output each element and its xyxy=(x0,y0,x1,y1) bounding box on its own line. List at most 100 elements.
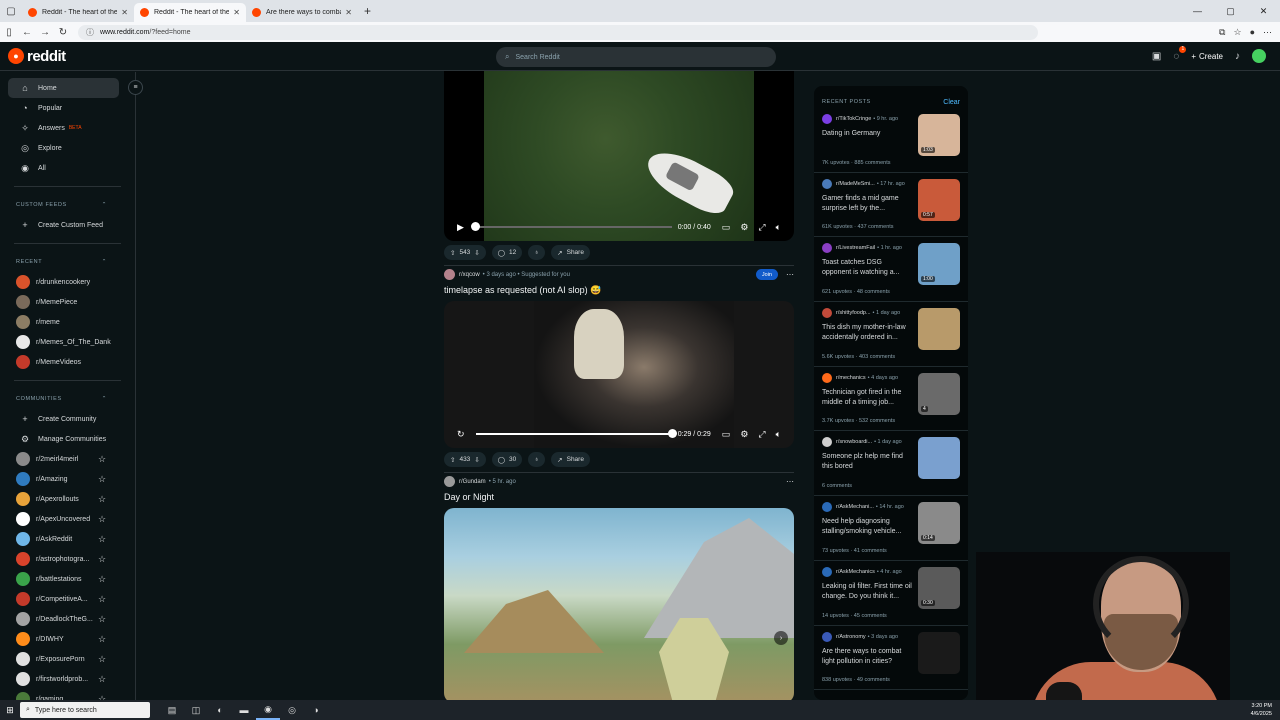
favorites-icon[interactable]: ☆ xyxy=(1233,27,1241,38)
star-icon[interactable]: ☆ xyxy=(98,674,106,685)
post-thumbnail[interactable]: 0:57 xyxy=(918,178,960,221)
recent-community-item[interactable]: r/MemeVideos xyxy=(0,352,135,372)
more-options-icon[interactable]: ⋯ xyxy=(786,477,794,486)
recent-post-item[interactable]: r/AskMechanics • 4 hr. ago Leaking oil fil… xyxy=(814,561,968,626)
address-bar[interactable]: ⓘ www.reddit.com/?feed=home xyxy=(78,24,1038,40)
browser-tab[interactable]: Are there ways to combat light ✕ xyxy=(246,3,358,22)
recent-post-item[interactable]: r/MadeMeSmi... • 17 hr. ago Gamer finds a … xyxy=(814,173,968,238)
subreddit-avatar[interactable] xyxy=(444,269,455,280)
replay-icon[interactable]: ↻ xyxy=(457,429,465,440)
taskbar-search[interactable]: ⌕ Type here to search xyxy=(20,702,150,718)
post-thumbnail[interactable]: 4 xyxy=(918,372,960,415)
star-icon[interactable]: ☆ xyxy=(98,454,106,465)
comments-button[interactable]: ◯ 12 xyxy=(491,245,523,260)
sidebar-toggle-icon[interactable]: ▯ xyxy=(0,27,18,38)
star-icon[interactable]: ☆ xyxy=(98,654,106,665)
post-thumbnail[interactable] xyxy=(918,631,960,674)
star-icon[interactable]: ☆ xyxy=(98,614,106,625)
star-icon[interactable]: ☆ xyxy=(98,634,106,645)
settings-icon[interactable]: ⚙ xyxy=(740,429,748,440)
browser-tab[interactable]: Reddit - The heart of the internet✕ xyxy=(134,3,246,22)
advertise-icon[interactable]: ▣ xyxy=(1152,51,1161,62)
star-icon[interactable]: ☆ xyxy=(98,534,106,545)
post-thumbnail[interactable]: 1:00 xyxy=(918,243,960,286)
post-image[interactable]: › xyxy=(444,508,794,700)
system-clock[interactable]: 3:20 PM 4/6/2025 xyxy=(1251,702,1272,718)
obs-icon[interactable]: ◎ xyxy=(280,705,304,716)
site-info-icon[interactable]: ⓘ xyxy=(86,27,94,38)
community-item[interactable]: r/DIWHY ☆ xyxy=(0,629,135,649)
manage-communities[interactable]: ⚙ Manage Communities xyxy=(0,429,135,449)
subreddit-link[interactable]: r/Gundam xyxy=(459,479,486,485)
reddit-logo[interactable]: ● reddit xyxy=(8,48,66,65)
post-title[interactable]: Day or Night xyxy=(444,492,494,502)
share-button[interactable]: ↗ Share xyxy=(551,245,590,260)
fullscreen-icon[interactable]: ⤢ xyxy=(758,222,765,233)
start-button[interactable]: ⊞ xyxy=(0,705,20,716)
subreddit-avatar[interactable] xyxy=(444,476,455,487)
subreddit-name[interactable]: r/AskMechanics xyxy=(836,569,875,575)
post-thumbnail[interactable] xyxy=(918,437,960,480)
community-item[interactable]: r/Apexrollouts ☆ xyxy=(0,489,135,509)
video-player[interactable]: ▶ 0:00 / 0:40 ▭ ⚙ ⤢ 🔈︎ xyxy=(444,71,794,241)
community-item[interactable]: r/ApexUncovered ☆ xyxy=(0,509,135,529)
chat-icon[interactable]: ◌ 1 xyxy=(1173,45,1187,62)
recent-post-item[interactable]: r/TikTokCringe • 9 hr. ago Dating in Germa… xyxy=(814,108,968,173)
recent-community-item[interactable]: r/Memes_Of_The_Dank xyxy=(0,332,135,352)
volume-icon[interactable]: 🔈︎ xyxy=(776,222,781,233)
video-progress[interactable] xyxy=(475,429,677,438)
star-icon[interactable]: ☆ xyxy=(98,474,106,485)
create-community[interactable]: + Create Community xyxy=(0,409,135,429)
upvote-icon[interactable]: ⇧ xyxy=(450,249,455,257)
post-thumbnail[interactable] xyxy=(918,308,960,351)
downvote-icon[interactable]: ⇩ xyxy=(474,456,479,464)
recent-post-title[interactable]: Need help diagnosing stalling/smoking ve… xyxy=(822,517,912,537)
subreddit-name[interactable]: r/MadeMeSmi... xyxy=(836,181,875,187)
browser-icon[interactable]: ◉ xyxy=(256,700,280,720)
reload-button[interactable]: ↻ xyxy=(54,27,72,38)
recent-community-item[interactable]: r/meme xyxy=(0,312,135,332)
share-button[interactable]: ↗ Share xyxy=(551,452,590,467)
fullscreen-icon[interactable]: ⤢ xyxy=(758,429,765,440)
recent-post-item[interactable]: r/shittyfoodp... • 1 day ago This dish my … xyxy=(814,302,968,367)
notifications-icon[interactable]: ♪ xyxy=(1235,51,1240,62)
sidebar-item-explore[interactable]: ◎ Explore xyxy=(0,138,135,158)
sidebar-item-answers[interactable]: ✧ Answers BETA xyxy=(0,118,135,138)
subreddit-name[interactable]: r/mechanics xyxy=(836,375,866,381)
community-item[interactable]: r/Amazing ☆ xyxy=(0,469,135,489)
recent-post-item[interactable]: r/snowboardi... • 1 day ago Someone plz he… xyxy=(814,431,968,497)
award-button[interactable]: ♁ xyxy=(528,245,546,260)
custom-feeds-section[interactable]: CUSTOM FEEDS ⌃ xyxy=(0,195,135,215)
community-item[interactable]: r/firstworldprob... ☆ xyxy=(0,669,135,689)
captions-icon[interactable]: ▭ xyxy=(722,222,731,233)
community-item[interactable]: r/ExposurePorn ☆ xyxy=(0,649,135,669)
subreddit-name[interactable]: r/TikTokCringe xyxy=(836,116,871,122)
sidebar-item-all[interactable]: ◉ All xyxy=(0,158,135,178)
community-item[interactable]: r/2meirl4meirl ☆ xyxy=(0,449,135,469)
recent-community-item[interactable]: r/MemePiece xyxy=(0,292,135,312)
clear-button[interactable]: Clear xyxy=(943,99,960,106)
post-thumbnail[interactable]: 1:03 xyxy=(918,114,960,156)
close-tab-icon[interactable]: ✕ xyxy=(233,8,240,17)
community-item[interactable]: r/gaming ☆ xyxy=(0,689,135,700)
play-icon[interactable]: ▶ xyxy=(457,222,464,233)
community-item[interactable]: r/battlestations ☆ xyxy=(0,569,135,589)
post-thumbnail[interactable]: 0:14 xyxy=(918,502,960,545)
recent-post-item[interactable]: r/mechanics • 4 days ago Technician got fi… xyxy=(814,367,968,432)
community-item[interactable]: r/DeadlockTheG... ☆ xyxy=(0,609,135,629)
subreddit-name[interactable]: r/shittyfoodp... xyxy=(836,310,871,316)
extensions-icon[interactable]: ⧉ xyxy=(1219,27,1225,38)
sidebar-item-popular[interactable]: ◔ Popular xyxy=(0,98,135,118)
comments-button[interactable]: ◯ 30 xyxy=(491,452,523,467)
upvote-icon[interactable]: ⇧ xyxy=(450,456,455,464)
close-tab-icon[interactable]: ✕ xyxy=(121,8,128,17)
star-icon[interactable]: ☆ xyxy=(98,574,106,585)
forward-button[interactable]: → xyxy=(36,27,54,38)
recent-post-title[interactable]: Dating in Germany xyxy=(822,129,912,139)
join-button[interactable]: Join xyxy=(755,269,778,280)
recent-post-item[interactable]: r/LivestreamFail • 1 hr. ago Toast catches… xyxy=(814,237,968,303)
communities-section[interactable]: COMMUNITIES ⌃ xyxy=(0,389,135,409)
community-item[interactable]: r/CompetitiveA... ☆ xyxy=(0,589,135,609)
star-icon[interactable]: ☆ xyxy=(98,554,106,565)
widgets-icon[interactable]: ▤ xyxy=(160,705,184,716)
